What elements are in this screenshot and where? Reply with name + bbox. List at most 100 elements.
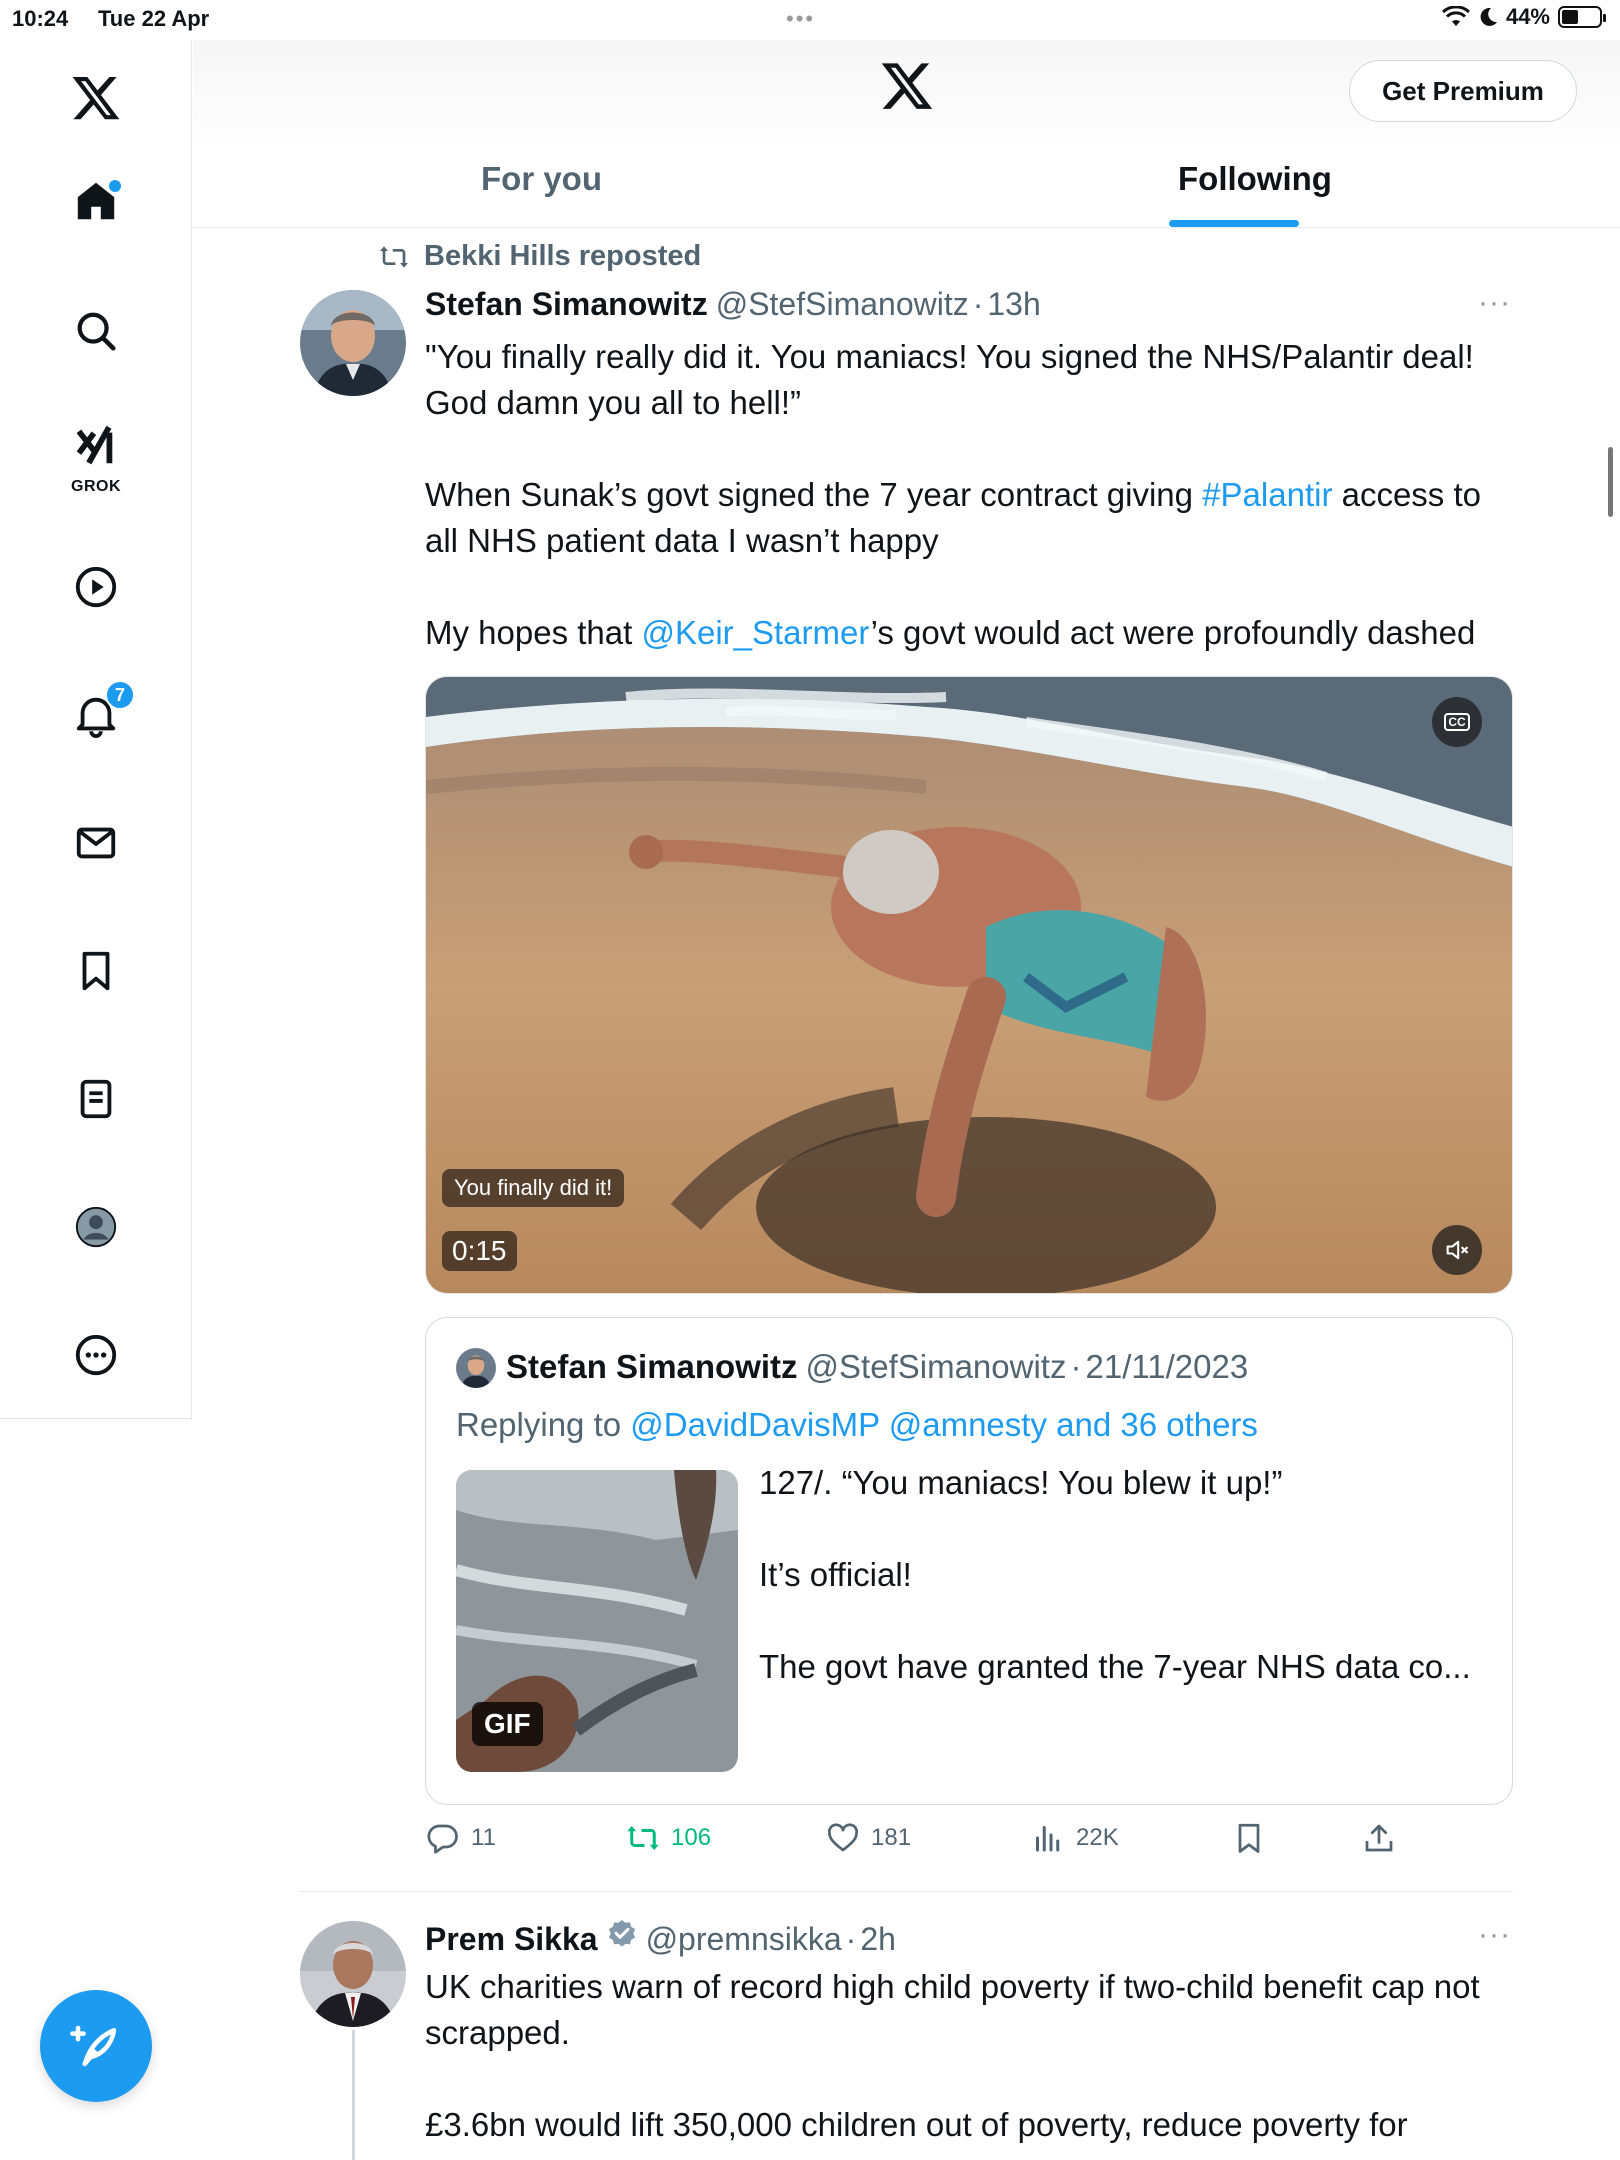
views-chart-icon	[1036, 1826, 1060, 1852]
more-options-icon[interactable]	[71, 1330, 121, 1380]
x-logo-icon[interactable]	[68, 70, 124, 126]
quoted-tweet-header: Stefan Simanowitz @StefSimanowitz · 21/1…	[506, 1348, 1248, 1386]
tweet-actions: 11 106 181 22K	[425, 1820, 1425, 1870]
tweet-time[interactable]: 13h	[987, 286, 1040, 323]
tweet-paragraph: My hopes that @Keir_Starmer’s govt would…	[425, 614, 1476, 651]
quoted-line: The govt have granted the 7-year NHS dat…	[759, 1648, 1471, 1685]
video-play-icon[interactable]	[71, 562, 121, 612]
author-handle: @StefSimanowitz	[805, 1348, 1067, 1385]
profile-avatar-icon[interactable]	[71, 1202, 121, 1252]
tweet-more-icon[interactable]: ···	[1478, 1918, 1511, 1952]
multitask-dots-icon[interactable]: •••	[786, 6, 815, 32]
view-count: 22K	[1076, 1824, 1119, 1851]
home-unread-dot	[109, 180, 121, 192]
home-icon[interactable]	[71, 176, 121, 226]
quoted-line: It’s official!	[759, 1556, 912, 1593]
timeline-header: Get Premium For you Following	[193, 40, 1620, 228]
gif-thumbnail[interactable]: GIF	[456, 1470, 738, 1772]
tab-for-you[interactable]: For you	[481, 160, 602, 198]
wifi-icon	[1441, 6, 1470, 26]
quoted-tweet[interactable]: Stefan Simanowitz @StefSimanowitz · 21/1…	[425, 1317, 1513, 1805]
repost-icon	[380, 245, 408, 268]
author-name[interactable]: Stefan Simanowitz	[425, 286, 708, 323]
author-handle[interactable]: @premnsikka	[646, 1921, 842, 1958]
moon-icon	[1480, 7, 1497, 26]
hashtag-link[interactable]: #Palantir	[1202, 476, 1332, 513]
tweet-more-icon[interactable]: ···	[1478, 286, 1511, 320]
repost-button[interactable]: 106	[625, 1820, 711, 1856]
reply-icon	[427, 1824, 458, 1854]
compose-feather-icon	[70, 2025, 117, 2067]
compose-post-button[interactable]	[40, 1990, 152, 2102]
bookmark-icon	[1238, 1823, 1260, 1853]
mute-button[interactable]	[1432, 1225, 1482, 1275]
tweet-paragraph: When Sunak’s govt signed the 7 year cont…	[425, 476, 1482, 559]
separator-dot: ·	[1070, 1348, 1082, 1385]
replying-to: Replying to @DavidDavisMP @amnesty and 3…	[456, 1406, 1258, 1443]
bookmark-button[interactable]	[1231, 1820, 1267, 1856]
author-handle[interactable]: @StefSimanowitz	[716, 286, 969, 323]
messages-envelope-icon[interactable]	[71, 818, 121, 868]
thread-line	[352, 2030, 355, 2160]
author-name: Stefan Simanowitz	[506, 1348, 798, 1385]
like-count: 181	[871, 1824, 912, 1851]
avatar[interactable]	[300, 1921, 406, 2027]
captions-icon: CC	[1444, 713, 1470, 731]
gif-badge: GIF	[472, 1702, 543, 1746]
like-button[interactable]: 181	[825, 1820, 911, 1856]
tweet-divider	[300, 1891, 1513, 1892]
left-sidebar: GROK 7	[0, 40, 192, 1420]
battery-icon	[1558, 6, 1606, 28]
grok-label: GROK	[71, 478, 121, 495]
notifications-badge: 7	[105, 680, 135, 710]
captions-button[interactable]: CC	[1432, 697, 1482, 747]
bookmarks-icon[interactable]	[71, 946, 121, 996]
scrollbar[interactable]	[1608, 447, 1613, 517]
grok-icon[interactable]	[71, 422, 121, 472]
status-date: Tue 22 Apr	[98, 6, 210, 31]
status-time: 10:24	[12, 6, 69, 31]
avatar[interactable]	[300, 290, 406, 396]
separator-dot: ·	[972, 286, 984, 322]
heart-icon	[828, 1823, 858, 1852]
active-tab-indicator	[1169, 220, 1299, 227]
share-button[interactable]	[1361, 1820, 1397, 1856]
lists-icon[interactable]	[71, 1074, 121, 1124]
tweet-header: Prem Sikka @premnsikka · 2h	[425, 1918, 896, 1958]
separator-dot: ·	[845, 1921, 857, 1957]
author-name[interactable]: Prem Sikka	[425, 1921, 598, 1958]
tab-following[interactable]: Following	[1178, 160, 1332, 198]
quoted-line: 127/. “You maniacs! You blew it up!”	[759, 1464, 1283, 1501]
repost-context[interactable]: Bekki Hills reposted	[378, 240, 701, 273]
tweet-paragraph: "You finally really did it. You maniacs!…	[425, 338, 1474, 421]
video-duration: 0:15	[442, 1231, 517, 1271]
share-icon	[1365, 1824, 1393, 1852]
verified-badge-icon	[608, 1920, 635, 1947]
get-premium-button[interactable]: Get Premium	[1349, 60, 1577, 122]
tweet-video[interactable]: CC You finally did it! 0:15	[425, 676, 1513, 1294]
muted-speaker-icon	[1446, 1240, 1469, 1260]
reply-count: 11	[471, 1824, 496, 1851]
tweet-body: "You finally really did it. You maniacs!…	[425, 334, 1520, 656]
mention-link[interactable]: @Keir_Starmer	[641, 614, 870, 651]
status-bar: 10:24 Tue 22 Apr ••• 44%	[0, 0, 1620, 40]
tweet-body: UK charities warn of record high child p…	[425, 1964, 1520, 2148]
tweet-paragraph: £3.6bn would lift 350,000 children out o…	[425, 2106, 1408, 2143]
quoted-tweet-text: 127/. “You maniacs! You blew it up!” It’…	[759, 1460, 1499, 1736]
repost-label: Bekki Hills reposted	[424, 240, 702, 272]
sidebar-divider	[0, 1418, 192, 1419]
avatar	[456, 1348, 496, 1388]
notifications-bell-icon[interactable]: 7	[71, 680, 135, 740]
tweet-time[interactable]: 2h	[860, 1921, 896, 1958]
video-caption: You finally did it!	[442, 1169, 625, 1207]
replying-to-links[interactable]: @DavidDavisMP @amnesty and 36 others	[630, 1406, 1258, 1443]
views-button[interactable]: 22K	[1030, 1820, 1119, 1856]
tweet-header: Stefan Simanowitz @StefSimanowitz · 13h	[425, 286, 1041, 323]
quoted-tweet-date: 21/11/2023	[1085, 1348, 1249, 1385]
reply-button[interactable]: 11	[425, 1820, 496, 1856]
x-logo-icon[interactable]	[879, 58, 935, 114]
battery-percent: 44%	[1505, 4, 1550, 29]
tweet-paragraph: UK charities warn of record high child p…	[425, 1968, 1480, 2051]
repost-count: 106	[671, 1824, 712, 1851]
search-icon[interactable]	[71, 306, 121, 356]
